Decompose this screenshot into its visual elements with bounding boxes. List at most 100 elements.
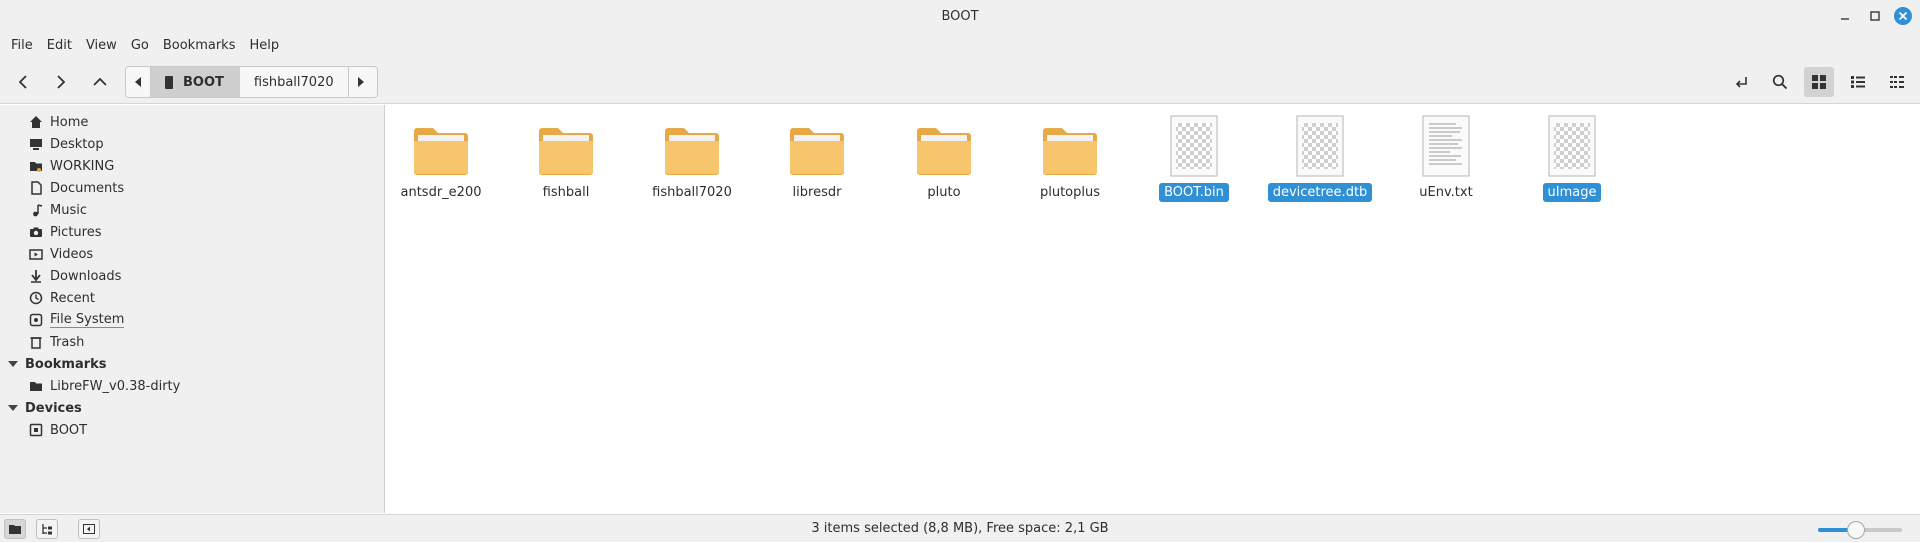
usb-drive-icon bbox=[165, 75, 173, 89]
status-bar: 3 items selected (8,8 MB), Free space: 2… bbox=[0, 514, 1920, 542]
folder-icon bbox=[28, 378, 44, 394]
file-item-boot-bin[interactable]: BOOT.bin bbox=[1139, 115, 1249, 202]
file-label: BOOT.bin bbox=[1159, 183, 1229, 202]
back-icon[interactable] bbox=[8, 67, 38, 97]
forward-icon[interactable] bbox=[46, 67, 76, 97]
sidebar-item-label: BOOT bbox=[50, 422, 88, 438]
folder-icon bbox=[28, 158, 44, 174]
sidebar-item-pictures[interactable]: Pictures bbox=[28, 221, 101, 243]
sidebar-item-videos[interactable]: Videos bbox=[28, 243, 93, 265]
path-scroll-right-icon[interactable] bbox=[347, 67, 373, 97]
sidebar-item-label: Trash bbox=[50, 334, 85, 350]
section-label: Devices bbox=[25, 400, 82, 416]
section-label: Bookmarks bbox=[25, 356, 107, 372]
sidebar-item-label: Documents bbox=[50, 180, 125, 196]
desktop-icon bbox=[28, 136, 44, 152]
show-places-icon[interactable] bbox=[4, 519, 26, 539]
video-icon bbox=[28, 246, 44, 262]
hide-sidebar-icon[interactable] bbox=[78, 519, 100, 539]
sidebar-item-desktop[interactable]: Desktop bbox=[28, 133, 104, 155]
binary-file-icon bbox=[1540, 115, 1604, 177]
path-scroll-left-icon[interactable] bbox=[126, 67, 151, 97]
crumb-boot[interactable]: BOOT bbox=[151, 67, 240, 97]
sidebar-item-label: WORKING bbox=[50, 158, 115, 174]
home-icon bbox=[28, 114, 44, 130]
file-item-fishball[interactable]: fishball bbox=[511, 115, 621, 202]
compact-view-icon[interactable] bbox=[1882, 67, 1912, 97]
file-item-antsdr_e200[interactable]: antsdr_e200 bbox=[386, 115, 496, 202]
zoom-handle[interactable] bbox=[1846, 521, 1865, 539]
sidebar: Home Desktop WORKING Documents Music Pic… bbox=[0, 105, 385, 513]
status-text: 3 items selected (8,8 MB), Free space: 2… bbox=[811, 521, 1109, 536]
menu-help[interactable]: Help bbox=[242, 32, 286, 60]
file-item-uenv-txt[interactable]: uEnv.txt bbox=[1391, 115, 1501, 202]
file-label: antsdr_e200 bbox=[400, 185, 482, 200]
sidebar-item-home[interactable]: Home bbox=[28, 111, 88, 133]
folder-icon bbox=[785, 115, 849, 177]
sidebar-item-file-system[interactable]: File System bbox=[28, 309, 125, 331]
binary-file-icon bbox=[1162, 115, 1226, 177]
sidebar-item-trash[interactable]: Trash bbox=[28, 331, 84, 353]
maximize-icon[interactable] bbox=[1866, 7, 1884, 25]
devices-heading[interactable]: Devices bbox=[8, 397, 82, 419]
music-icon bbox=[28, 202, 44, 218]
menu-file[interactable]: File bbox=[4, 32, 40, 60]
file-view[interactable]: antsdr_e200 fishball fishball7020 libres… bbox=[386, 105, 1920, 513]
up-icon[interactable] bbox=[85, 67, 115, 97]
breadcrumb: BOOT fishball7020 bbox=[125, 66, 378, 98]
file-item-devicetree-dtb[interactable]: devicetree.dtb bbox=[1265, 115, 1375, 202]
menu-bar: File Edit View Go Bookmarks Help bbox=[0, 32, 1920, 60]
bookmarks-heading[interactable]: Bookmarks bbox=[8, 353, 107, 375]
sidebar-item-label: File System bbox=[50, 312, 125, 328]
show-tree-icon[interactable] bbox=[36, 519, 58, 539]
menu-edit[interactable]: Edit bbox=[40, 32, 79, 60]
file-label: libresdr bbox=[792, 185, 842, 200]
menu-view[interactable]: View bbox=[79, 32, 124, 60]
document-icon bbox=[28, 180, 44, 196]
file-item-libresdr[interactable]: libresdr bbox=[762, 115, 872, 202]
sidebar-item-librefw[interactable]: LibreFW_v0.38-dirty bbox=[28, 375, 180, 397]
file-item-plutoplus[interactable]: plutoplus bbox=[1015, 115, 1125, 202]
location-toggle-icon[interactable] bbox=[1726, 67, 1756, 97]
sidebar-item-label: LibreFW_v0.38-dirty bbox=[50, 378, 181, 394]
trash-icon bbox=[28, 334, 44, 350]
drive-icon bbox=[28, 312, 44, 328]
sidebar-item-recent[interactable]: Recent bbox=[28, 287, 95, 309]
icon-view-icon[interactable] bbox=[1804, 67, 1834, 97]
crumb-label: BOOT bbox=[183, 74, 224, 90]
close-icon[interactable] bbox=[1894, 7, 1912, 25]
collapse-icon bbox=[8, 359, 18, 369]
sidebar-item-label: Pictures bbox=[50, 224, 102, 240]
file-label: uImage bbox=[1542, 183, 1602, 202]
sidebar-item-downloads[interactable]: Downloads bbox=[28, 265, 121, 287]
sidebar-item-label: Desktop bbox=[50, 136, 104, 152]
crumb-label: fishball7020 bbox=[253, 74, 334, 90]
binary-file-icon bbox=[1288, 115, 1352, 177]
folder-icon bbox=[912, 115, 976, 177]
file-label: fishball7020 bbox=[652, 185, 732, 200]
sidebar-item-music[interactable]: Music bbox=[28, 199, 87, 221]
file-item-fishball7020[interactable]: fishball7020 bbox=[637, 115, 747, 202]
sidebar-item-working[interactable]: WORKING bbox=[28, 155, 114, 177]
crumb-fishball7020[interactable]: fishball7020 bbox=[240, 67, 348, 97]
zoom-slider[interactable] bbox=[1818, 521, 1902, 539]
list-view-icon[interactable] bbox=[1843, 67, 1873, 97]
window-title: BOOT bbox=[941, 8, 979, 24]
file-item-pluto[interactable]: pluto bbox=[889, 115, 999, 202]
folder-icon bbox=[534, 115, 598, 177]
text-file-icon bbox=[1414, 115, 1478, 177]
collapse-icon bbox=[8, 403, 18, 413]
menu-bookmarks[interactable]: Bookmarks bbox=[156, 32, 243, 60]
file-label: pluto bbox=[927, 185, 961, 200]
drive-icon bbox=[28, 422, 44, 438]
clock-icon bbox=[28, 290, 44, 306]
sidebar-item-documents[interactable]: Documents bbox=[28, 177, 124, 199]
title-bar: BOOT bbox=[0, 0, 1920, 32]
search-icon[interactable] bbox=[1765, 67, 1795, 97]
minimize-icon[interactable] bbox=[1836, 7, 1854, 25]
sidebar-item-boot-device[interactable]: BOOT bbox=[28, 419, 87, 441]
folder-icon bbox=[1038, 115, 1102, 177]
file-item-uimage[interactable]: uImage bbox=[1517, 115, 1627, 202]
sidebar-item-label: Recent bbox=[50, 290, 95, 306]
menu-go[interactable]: Go bbox=[124, 32, 156, 60]
